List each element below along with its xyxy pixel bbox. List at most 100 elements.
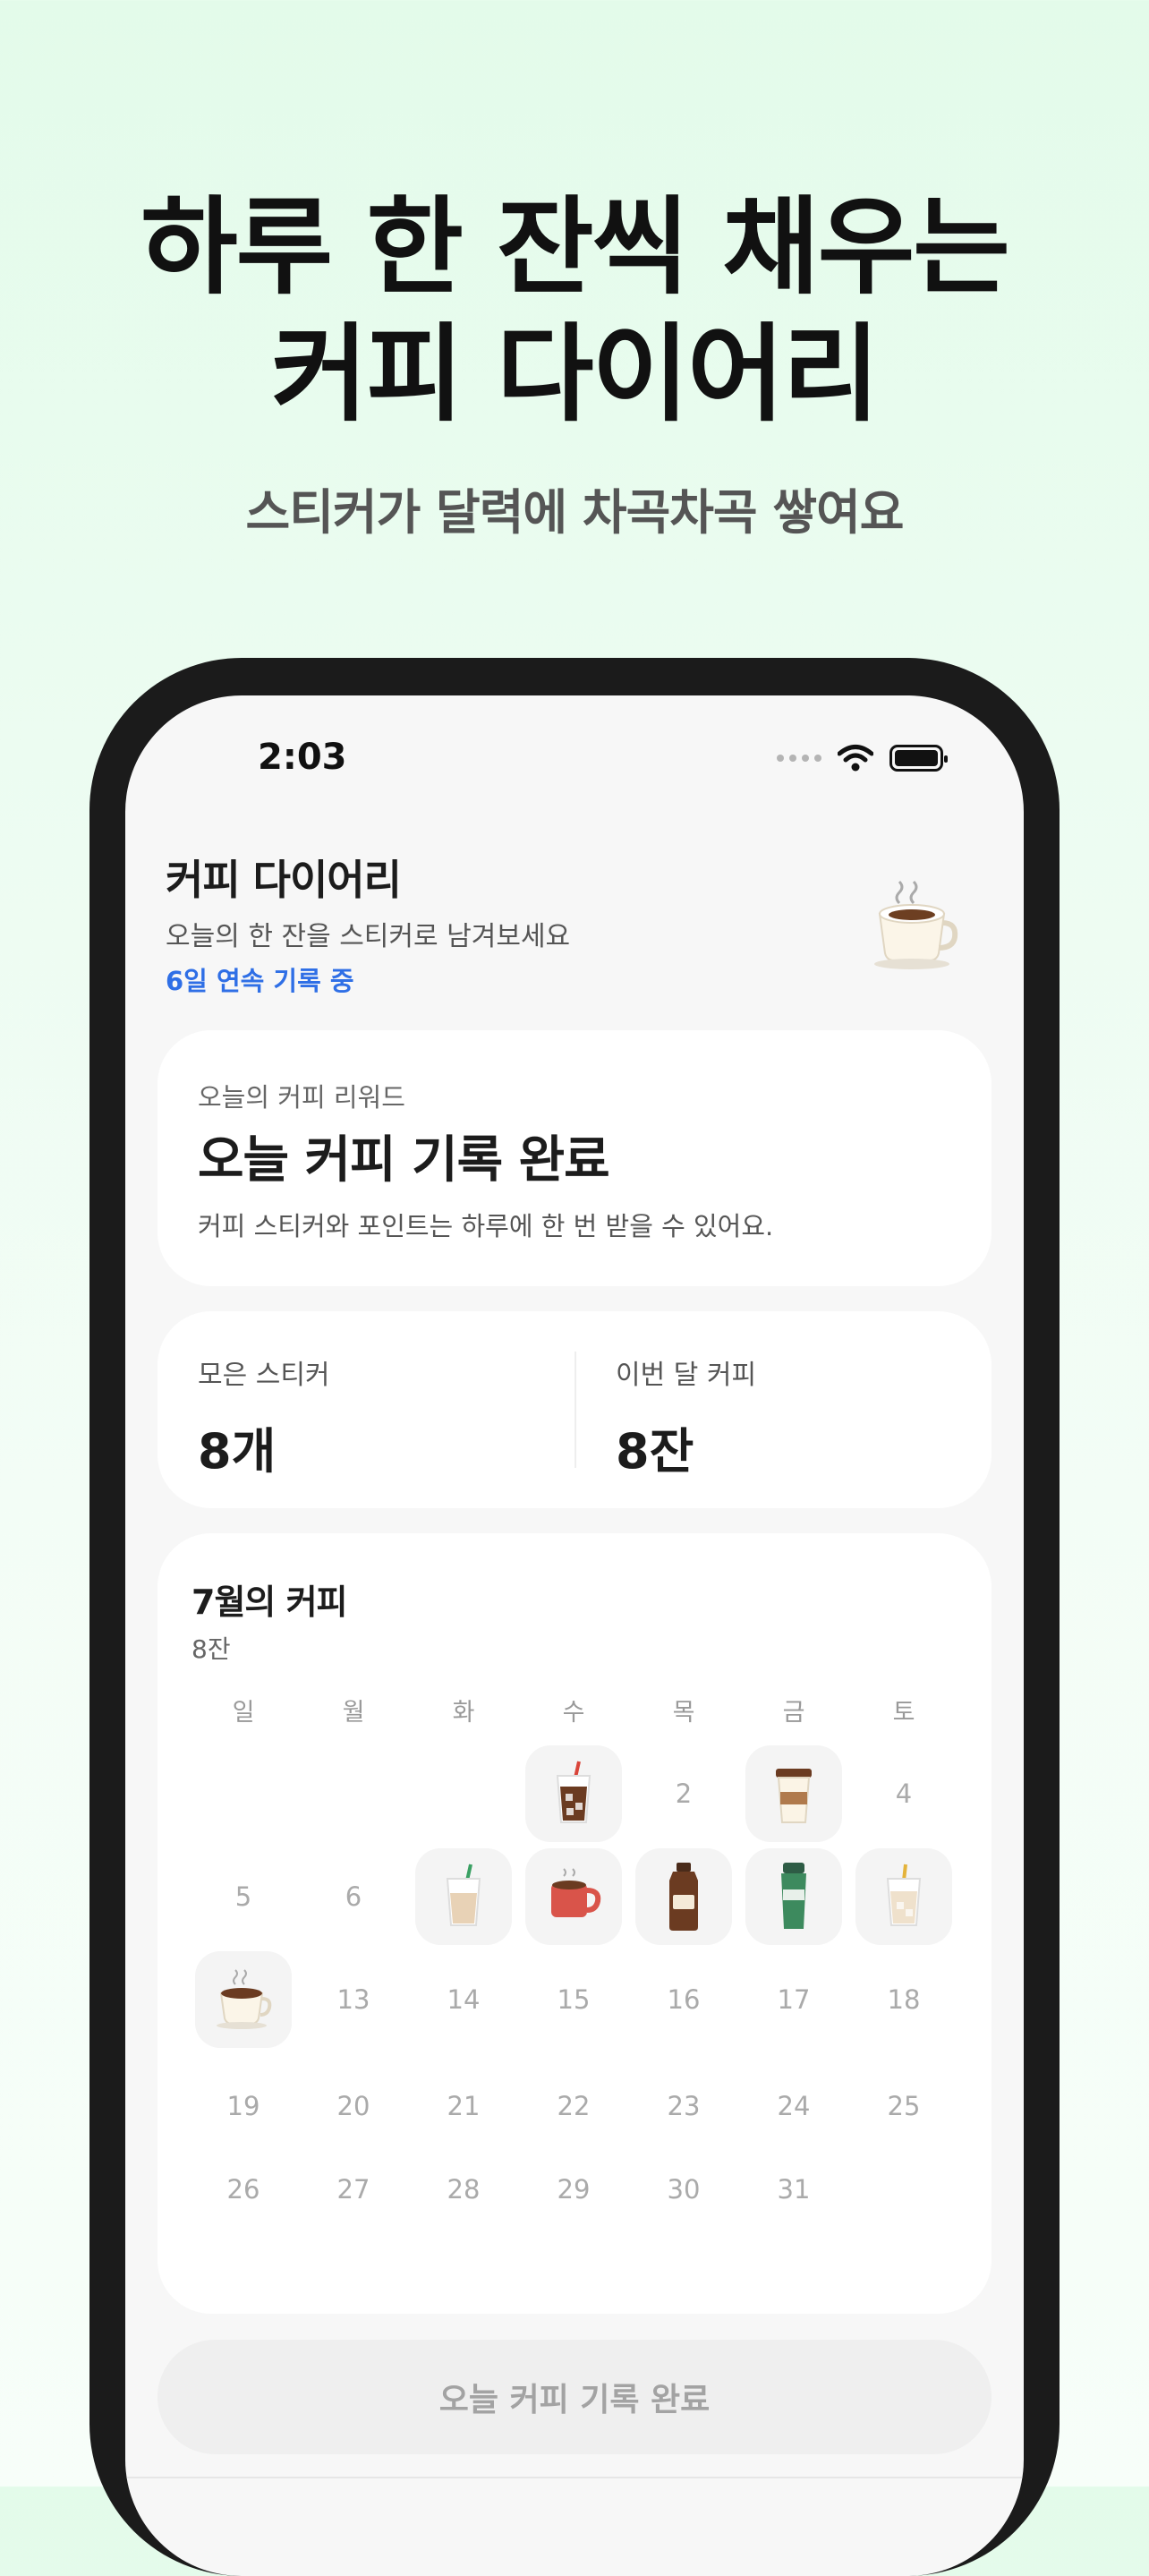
calendar-day-number: 28 — [447, 2174, 481, 2205]
record-coffee-button[interactable]: 오늘 커피 기록 완료 — [157, 2340, 992, 2454]
calendar-count: 8잔 — [192, 1634, 231, 1664]
calendar-day-number: 30 — [667, 2174, 701, 2205]
cold-brew-bottle-icon — [657, 1861, 711, 1932]
stickers-label: 모은 스티커 — [198, 1360, 330, 1391]
weekday-label: 월 — [342, 1699, 365, 1727]
calendar-day-number: 21 — [447, 2091, 481, 2121]
reward-card: 오늘의 커피 리워드 오늘 커피 기록 완료 커피 스티커와 포인트는 하루에 … — [157, 1030, 992, 1286]
weekday-label: 수 — [562, 1699, 585, 1727]
calendar-title: 7월의 커피 — [192, 1582, 348, 1622]
weekday-label: 목 — [672, 1699, 695, 1727]
hot-coffee-cup-icon — [210, 1968, 277, 2031]
calendar-day-7[interactable] — [415, 1848, 512, 1945]
calendar-day-4[interactable]: 4 — [855, 1745, 952, 1842]
calendar-day-15[interactable]: 15 — [525, 1951, 622, 2048]
reward-label: 오늘의 커피 리워드 — [198, 1082, 405, 1113]
calendar-day-10[interactable] — [745, 1848, 842, 1945]
calendar-day-number: 6 — [345, 1881, 362, 1912]
calendar-day-17[interactable]: 17 — [745, 1951, 842, 2048]
stats-card: 모은 스티커 8개 이번 달 커피 8잔 — [157, 1311, 992, 1508]
red-mug-icon — [542, 1865, 605, 1928]
calendar-day-8[interactable] — [525, 1848, 622, 1945]
calendar-day-number: 5 — [234, 1881, 252, 1912]
iced-latte-icon — [435, 1863, 492, 1931]
hero-subtitle: 스티커가 달력에 차곡차곡 쌓여요 — [245, 484, 905, 541]
calendar-day-20[interactable]: 20 — [305, 2058, 402, 2154]
calendar-day-number: 14 — [447, 1984, 481, 2015]
calendar-day-1[interactable] — [525, 1745, 622, 1842]
calendar-day-number: 20 — [336, 2091, 370, 2121]
calendar-day-number: 19 — [226, 2091, 260, 2121]
calendar-day-16[interactable]: 16 — [635, 1951, 732, 2048]
coffee-cup-icon — [874, 880, 958, 969]
calendar-day-number: 25 — [887, 2091, 921, 2121]
calendar-day-number: 24 — [777, 2091, 811, 2121]
calendar-day-number: 17 — [777, 1984, 811, 2015]
wifi-icon — [838, 745, 873, 772]
calendar-day-25[interactable]: 25 — [855, 2058, 952, 2154]
calendar-day-number: 27 — [336, 2174, 370, 2205]
calendar-day-number: 18 — [887, 1984, 921, 2015]
calendar-day-21[interactable]: 21 — [415, 2058, 512, 2154]
streak-label: 6일 연속 기록 중 — [166, 966, 354, 996]
weekday-label: 화 — [452, 1699, 475, 1727]
hero-title-line2: 커피 다이어리 — [270, 312, 880, 436]
month-coffee-stat: 이번 달 커피 8잔 — [616, 1352, 756, 1482]
status-time: 2:03 — [258, 737, 347, 778]
calendar-day-number: 2 — [675, 1778, 693, 1809]
calendar-day-9[interactable] — [635, 1848, 732, 1945]
calendar-day-30[interactable]: 30 — [635, 2141, 732, 2238]
calendar-day-22[interactable]: 22 — [525, 2058, 622, 2154]
green-tumbler-icon — [767, 1861, 821, 1932]
calendar-card: 7월의 커피 8잔 일 월 화 수 목 금 토 2 4 5 6 13 14 15 16 17 18 19 20 21 2… — [157, 1533, 992, 2314]
calendar-day-number: 16 — [667, 1984, 701, 2015]
weekday-label: 일 — [232, 1699, 255, 1727]
calendar-day-12[interactable] — [195, 1951, 292, 2048]
calendar-day-5[interactable]: 5 — [195, 1848, 292, 1945]
battery-icon — [889, 745, 948, 772]
iced-americano-icon — [545, 1760, 602, 1828]
calendar-day-6[interactable]: 6 — [305, 1848, 402, 1945]
hero-title-line1: 하루 한 잔씩 채우는 — [140, 185, 1010, 309]
signal-icon — [777, 755, 821, 762]
calendar-day-26[interactable]: 26 — [195, 2141, 292, 2238]
calendar-day-number: 31 — [777, 2174, 811, 2205]
calendar-day-number: 23 — [667, 2091, 701, 2121]
calendar-day-11[interactable] — [855, 1848, 952, 1945]
takeout-cup-icon — [765, 1760, 822, 1828]
calendar-day-number: 4 — [895, 1778, 913, 1809]
bottom-divider — [125, 2477, 1024, 2478]
calendar-day-18[interactable]: 18 — [855, 1951, 952, 2048]
calendar-day-number: 13 — [336, 1984, 370, 2015]
weekday-label: 토 — [892, 1699, 915, 1727]
calendar-day-27[interactable]: 27 — [305, 2141, 402, 2238]
stickers-stat: 모은 스티커 8개 — [198, 1352, 330, 1482]
month-coffee-value: 8잔 — [616, 1423, 694, 1480]
calendar-day-14[interactable]: 14 — [415, 1951, 512, 2048]
app-subtitle: 오늘의 한 잔을 스티커로 남겨보세요 — [166, 921, 571, 952]
calendar-day-23[interactable]: 23 — [635, 2058, 732, 2154]
calendar-day-31[interactable]: 31 — [745, 2141, 842, 2238]
status-icons — [777, 744, 948, 772]
month-coffee-label: 이번 달 커피 — [616, 1360, 757, 1391]
calendar-day-number: 22 — [557, 2091, 591, 2121]
reward-description: 커피 스티커와 포인트는 하루에 한 번 받을 수 있어요. — [198, 1211, 774, 1241]
phone-screen: 2:03 커피 다이어리 오늘의 한 잔을 스티커로 남겨보세요 6일 연속 기… — [125, 695, 1024, 2576]
reward-title: 오늘 커피 기록 완료 — [198, 1131, 610, 1190]
calendar-day-24[interactable]: 24 — [745, 2058, 842, 2154]
calendar-day-number: 15 — [557, 1984, 591, 2015]
calendar-day-13[interactable]: 13 — [305, 1951, 402, 2048]
weekday-label: 금 — [782, 1699, 805, 1727]
calendar-day-29[interactable]: 29 — [525, 2141, 622, 2238]
hero-title: 하루 한 잔씩 채우는 커피 다이어리 — [0, 183, 1149, 438]
calendar-day-number: 26 — [226, 2174, 260, 2205]
calendar-day-3[interactable] — [745, 1745, 842, 1842]
milk-tea-icon — [875, 1863, 932, 1931]
calendar-day-2[interactable]: 2 — [635, 1745, 732, 1842]
app-title: 커피 다이어리 — [166, 856, 402, 904]
calendar-day-19[interactable]: 19 — [195, 2058, 292, 2154]
stats-divider — [574, 1352, 576, 1468]
calendar-day-number: 29 — [557, 2174, 591, 2205]
calendar-day-28[interactable]: 28 — [415, 2141, 512, 2238]
stickers-value: 8개 — [198, 1423, 277, 1480]
